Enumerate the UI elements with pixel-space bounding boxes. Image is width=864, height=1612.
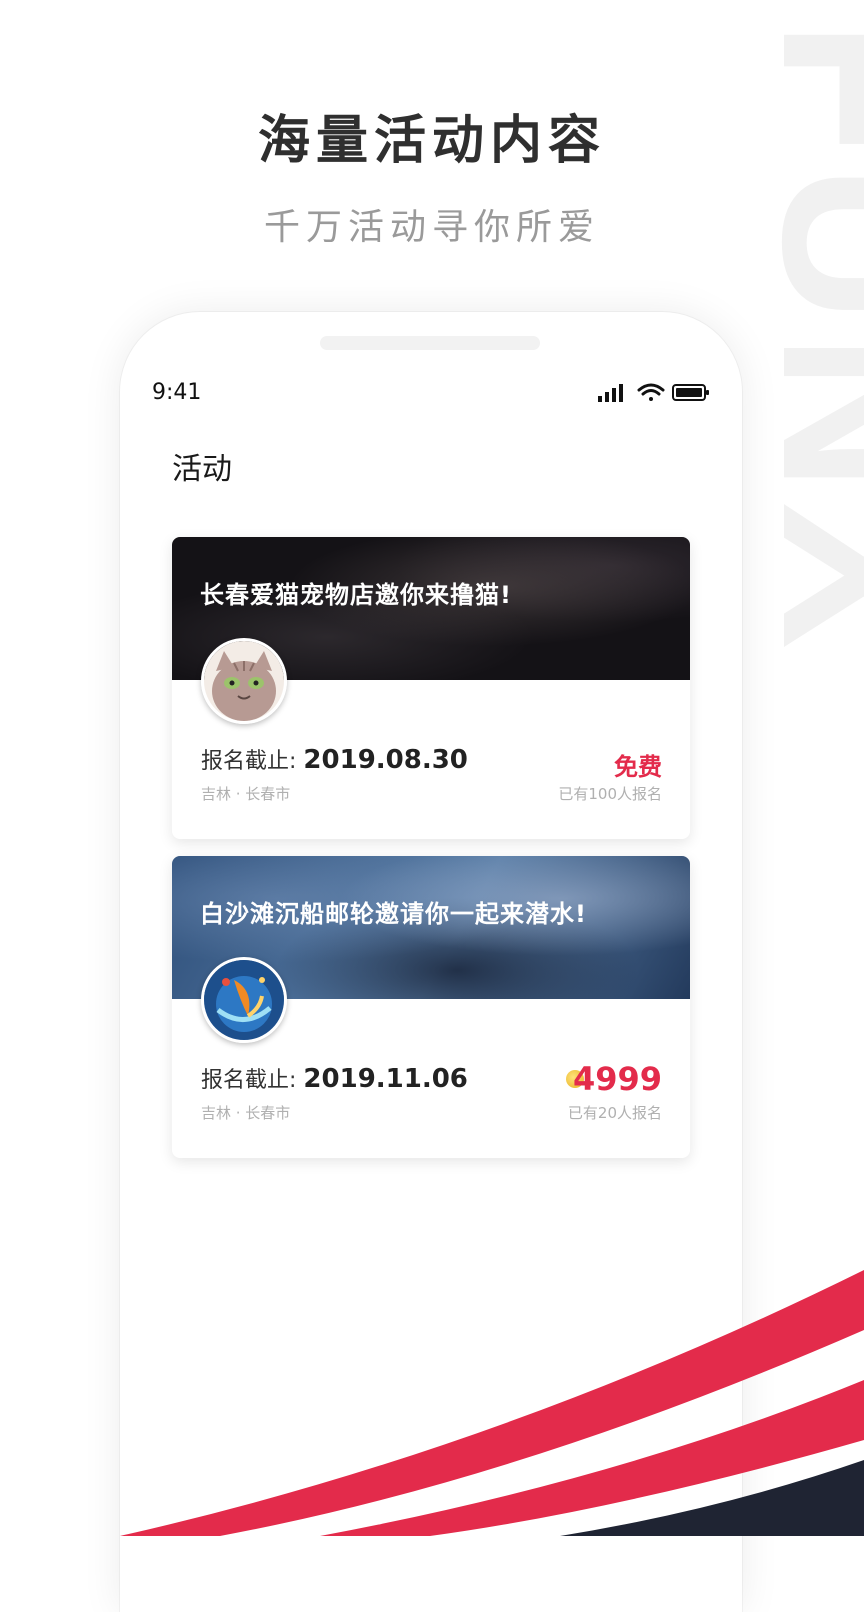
- fish-avatar: [201, 957, 287, 1043]
- event-price: 免费: [614, 753, 662, 781]
- phone-notch: [320, 336, 540, 350]
- event-location: 吉林 · 长春市: [201, 785, 291, 803]
- page-title: 活动: [172, 452, 232, 487]
- status-icons: [598, 383, 709, 402]
- signup-count: 已有20人报名: [567, 1104, 662, 1122]
- deadline: 报名截止: 2019.11.06: [201, 1062, 468, 1094]
- event-card-diving[interactable]: 白沙滩沉船邮轮邀请你一起来潜水! 报名截止: 2019.11.06 吉林 · 长…: [172, 856, 690, 1158]
- hero-subtitle: 千万活动寻你所爱: [263, 207, 600, 248]
- signal-icon: [598, 384, 623, 402]
- event-location: 吉林 · 长春市: [201, 1104, 291, 1122]
- event-title: 白沙滩沉船邮轮邀请你一起来潜水!: [200, 900, 587, 928]
- deadline: 报名截止: 2019.08.30: [201, 743, 468, 775]
- status-time: 9:41: [152, 380, 202, 405]
- deadline-label: 报名截止:: [201, 1068, 297, 1093]
- deadline-label: 报名截止:: [201, 749, 297, 774]
- wifi-icon: [637, 383, 665, 401]
- event-title: 长春爱猫宠物店邀你来撸猫!: [200, 581, 512, 609]
- deadline-date: 2019.08.30: [303, 745, 468, 775]
- hero-title: 海量活动内容: [257, 111, 606, 171]
- deadline-date: 2019.11.06: [303, 1064, 468, 1094]
- decorative-stripes: [120, 1270, 864, 1536]
- cat-avatar: [201, 638, 287, 724]
- event-card-cat[interactable]: 长春爱猫宠物店邀你来撸猫! 报名截止: 2019.08.30 吉林 · 长春市 …: [172, 537, 690, 839]
- battery-icon: [672, 384, 709, 401]
- event-price: 4999: [572, 1060, 662, 1098]
- signup-count: 已有100人报名: [558, 785, 662, 803]
